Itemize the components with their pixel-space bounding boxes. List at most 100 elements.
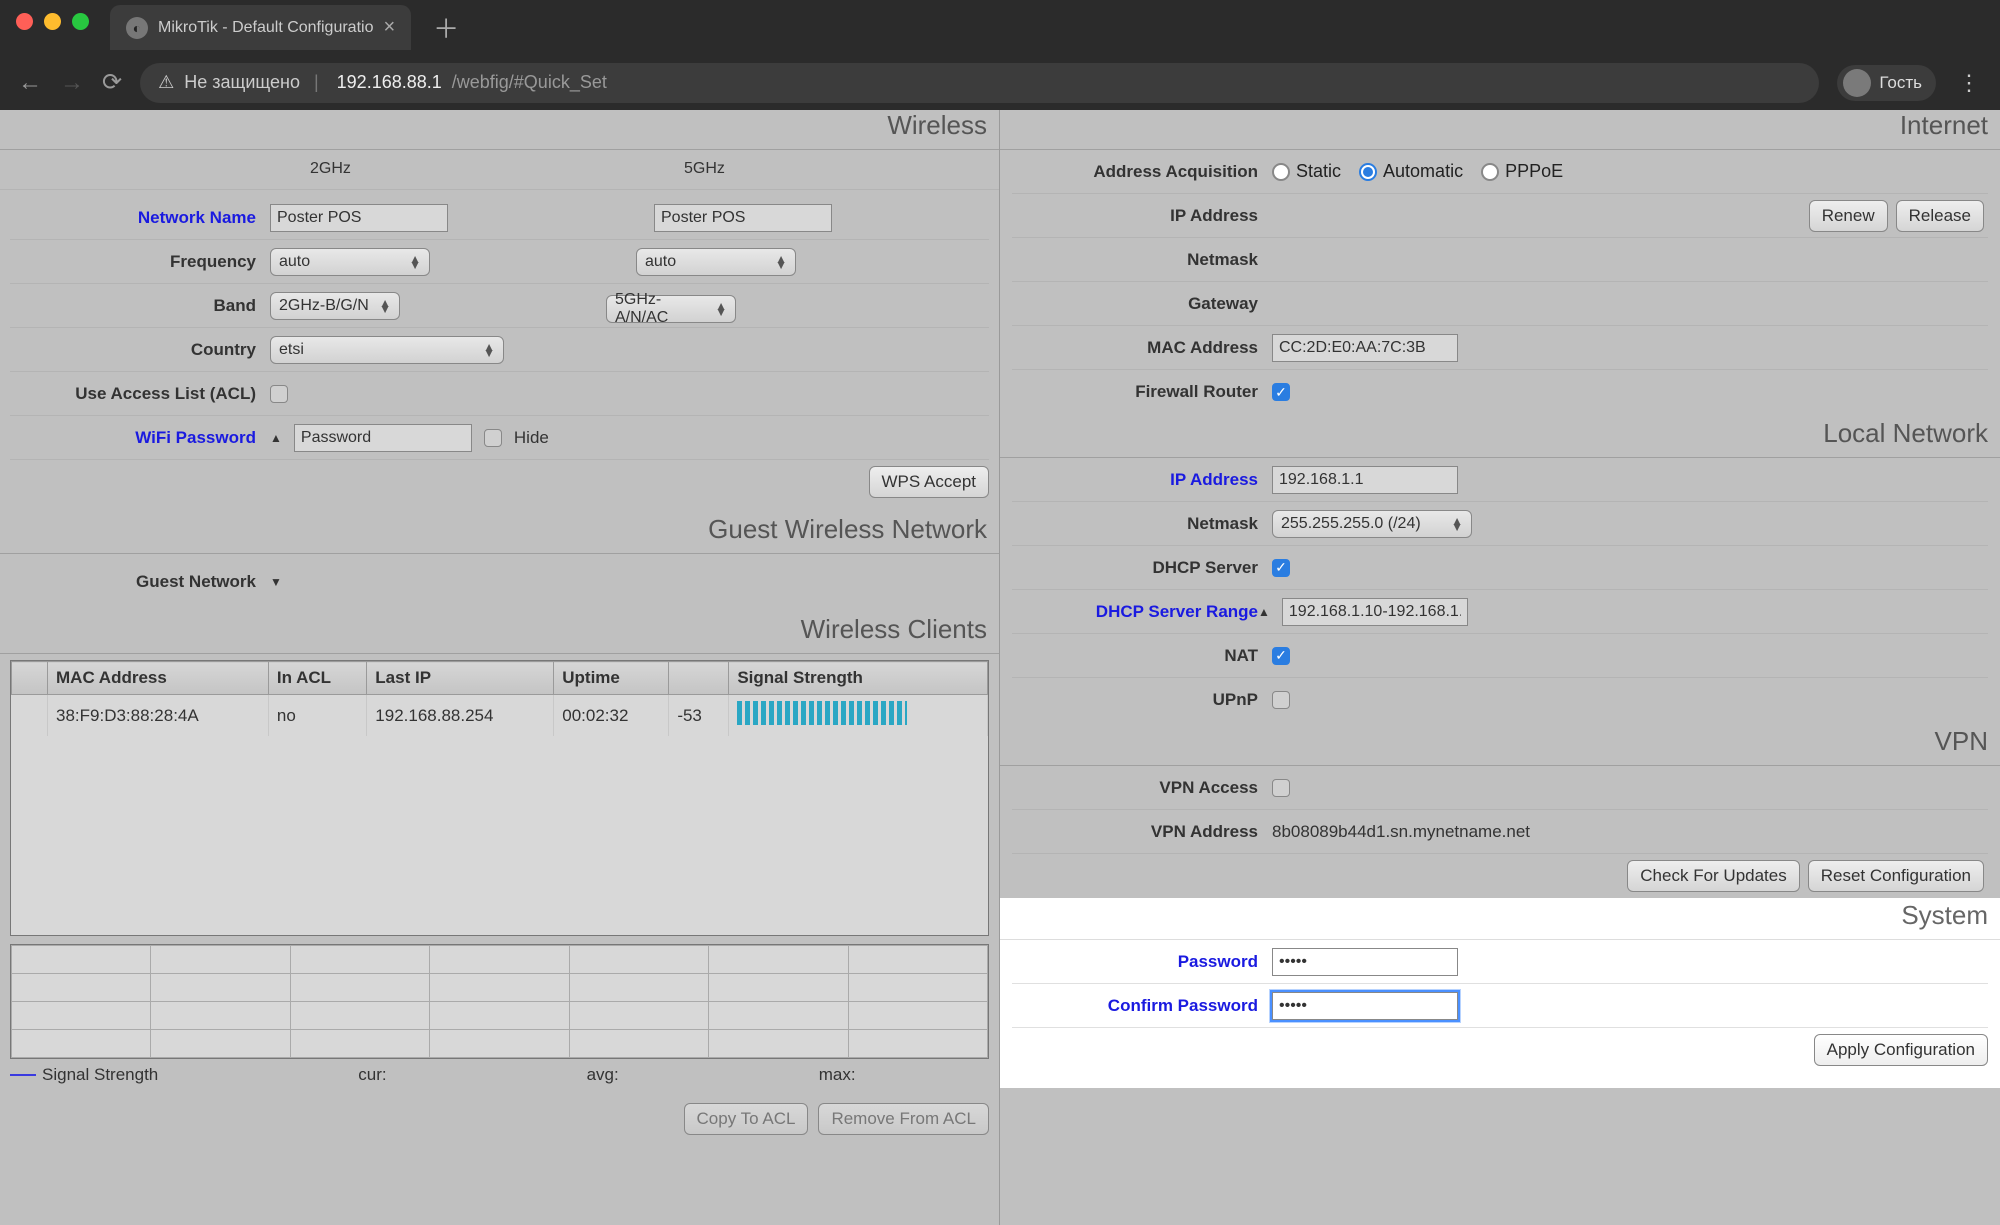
cell-mac: 38:F9:D3:88:28:4A [48,695,269,737]
renew-button[interactable]: Renew [1809,200,1888,232]
radio-automatic[interactable]: Automatic [1359,161,1463,182]
country-select[interactable]: etsi▲▼ [270,336,504,364]
radio-static[interactable]: Static [1272,161,1341,182]
chrome-menu-icon[interactable]: ⋮ [1958,70,1982,96]
browser-tab[interactable]: ◐ MikroTik - Default Configuratio × [110,5,411,50]
frequency-2g-select[interactable]: auto▲▼ [270,248,430,276]
tab-favicon-icon: ◐ [126,17,148,39]
signal-bar-icon [737,701,907,725]
firewall-label: Firewall Router [1012,382,1272,402]
band-5g-select[interactable]: 5GHz-A/N/AC▲▼ [606,295,736,323]
not-secure-icon: ⚠ [158,72,174,93]
acl-label: Use Access List (ACL) [10,384,270,404]
lan-netmask-select[interactable]: 255.255.255.0 (/24)▲▼ [1272,510,1472,538]
table-header-row: MAC Address In ACL Last IP Uptime Signal… [12,662,988,695]
col-lastip[interactable]: Last IP [367,662,554,695]
vpn-section: VPN [1000,722,2000,766]
radio-pppoe[interactable]: PPPoE [1481,161,1563,182]
password-label[interactable]: Password [1012,952,1272,972]
network-name-2g-input[interactable] [270,204,448,232]
firewall-checkbox[interactable]: ✓ [1272,383,1290,401]
dhcp-label: DHCP Server [1012,558,1272,578]
dhcp-checkbox[interactable]: ✓ [1272,559,1290,577]
legend-cur: cur: [358,1065,386,1085]
col-uptime[interactable]: Uptime [554,662,669,695]
nat-checkbox[interactable]: ✓ [1272,647,1290,665]
right-column: Internet Address Acquisition Static Auto… [1000,110,2000,1225]
profile-label: Гость [1879,73,1922,93]
vpn-access-checkbox[interactable] [1272,779,1290,797]
remove-from-acl-button[interactable]: Remove From ACL [818,1103,989,1135]
mac-label: MAC Address [1012,338,1272,358]
collapse-icon[interactable]: ▲ [1258,605,1270,619]
col-signum[interactable] [669,662,729,695]
left-column: Wireless 2GHz 5GHz Network Name Frequenc… [0,110,1000,1225]
close-tab-icon[interactable]: × [383,16,395,39]
lan-section: Local Network [1000,414,2000,458]
acl-checkbox[interactable] [270,385,288,403]
wireless-clients-title: Wireless Clients [801,614,987,645]
wireless-grid: Network Name Frequency auto▲▼ auto▲▼ Ban… [0,190,999,510]
internet-netmask-label: Netmask [1012,250,1272,270]
address-bar[interactable]: ⚠ Не защищено | 192.168.88.1/webfig/#Qui… [140,63,1819,103]
wireless-band-headers: 2GHz 5GHz [0,150,999,190]
wireless-clients-table: MAC Address In ACL Last IP Uptime Signal… [10,660,989,936]
dhcp-range-label[interactable]: DHCP Server Range [1012,602,1272,622]
guest-network-label: Guest Network [10,572,270,592]
upnp-checkbox[interactable] [1272,691,1290,709]
wifi-password-label[interactable]: WiFi Password [10,428,270,448]
internet-section-title: Internet [1000,110,2000,150]
internet-grid: Address Acquisition Static Automatic PPP… [1000,150,2000,414]
vpn-access-label: VPN Access [1012,778,1272,798]
col-signal[interactable]: Signal Strength [729,662,988,695]
network-name-5g-input[interactable] [654,204,832,232]
url-host: 192.168.88.1 [337,72,442,93]
url-path: /webfig/#Quick_Set [452,72,607,93]
minimize-window-icon[interactable] [44,13,61,30]
hide-checkbox[interactable] [484,429,502,447]
expand-icon[interactable]: ▼ [270,575,282,589]
gateway-label: Gateway [1012,294,1272,314]
toolbar: ← → ⟳ ⚠ Не защищено | 192.168.88.1/webfi… [0,55,2000,110]
acq-label: Address Acquisition [1012,162,1272,182]
release-button[interactable]: Release [1896,200,1984,232]
guest-network-title: Guest Wireless Network [708,514,987,545]
profile-button[interactable]: Гость [1837,65,1936,101]
lan-ip-input[interactable] [1272,466,1458,494]
col-acl[interactable]: In ACL [268,662,366,695]
table-row[interactable]: 38:F9:D3:88:28:4A no 192.168.88.254 00:0… [12,695,988,737]
avatar-icon [1843,69,1871,97]
vpn-addr-label: VPN Address [1012,822,1272,842]
confirm-password-label[interactable]: Confirm Password [1012,996,1272,1016]
col-mac[interactable]: MAC Address [48,662,269,695]
check-updates-button[interactable]: Check For Updates [1627,860,1799,892]
network-name-label[interactable]: Network Name [10,208,270,228]
reload-icon[interactable]: ⟳ [102,68,122,97]
cell-signum: -53 [669,695,729,737]
password-input[interactable] [1272,948,1458,976]
legend-avg: avg: [587,1065,619,1085]
wps-accept-button[interactable]: WPS Accept [869,466,989,498]
back-icon[interactable]: ← [18,69,42,97]
wifi-password-input[interactable] [294,424,472,452]
frequency-5g-select[interactable]: auto▲▼ [636,248,796,276]
lan-ip-label[interactable]: IP Address [1012,470,1272,490]
close-window-icon[interactable] [16,13,33,30]
reset-config-button[interactable]: Reset Configuration [1808,860,1984,892]
vpn-addr-value: 8b08089b44d1.sn.mynetname.net [1272,822,1530,842]
country-label: Country [10,340,270,360]
copy-to-acl-button[interactable]: Copy To ACL [684,1103,809,1135]
mac-input[interactable] [1272,334,1458,362]
apply-configuration-button[interactable]: Apply Configuration [1814,1034,1988,1066]
wireless-section-title: Wireless [0,110,999,150]
new-tab-button[interactable]: ＋ [433,9,459,46]
nat-label: NAT [1012,646,1272,666]
confirm-password-input[interactable] [1272,992,1458,1020]
system-title: System [1000,898,2000,940]
signal-summary-table [10,944,989,1059]
legend-max: max: [819,1065,856,1085]
collapse-icon[interactable]: ▲ [270,431,282,445]
dhcp-range-input[interactable] [1282,598,1468,626]
maximize-window-icon[interactable] [72,13,89,30]
band-2g-select[interactable]: 2GHz-B/G/N▲▼ [270,292,400,320]
